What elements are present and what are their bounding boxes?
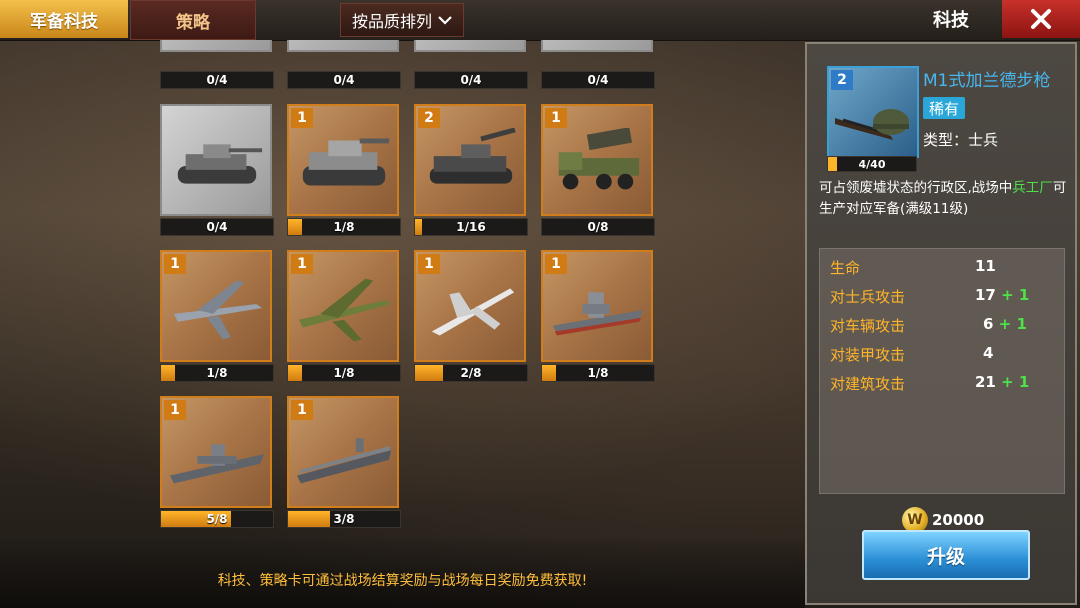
level-badge: 1 — [545, 254, 567, 274]
tab-military-tech[interactable]: 军备科技 — [0, 0, 128, 38]
card-progress: 1/16 — [414, 218, 528, 236]
rifle-helmet-icon — [835, 109, 909, 140]
tip-text: 科技、策略卡可通过战场结算奖励与战场每日奖励免费获取! — [217, 573, 588, 589]
cost-value: 20000 — [932, 511, 985, 529]
super-heavy-tank-icon — [302, 138, 390, 186]
card-progress: 0/4 — [541, 71, 655, 89]
card-progress: 0/4 — [414, 71, 528, 89]
upgrade-button[interactable]: 升级 — [862, 530, 1030, 580]
stat-row: 对车辆攻击 6 + 1 — [830, 315, 1027, 335]
level-badge: 1 — [291, 400, 313, 420]
card-progress: 1/8 — [160, 364, 274, 382]
stat-row: 生命 11 — [830, 257, 996, 277]
battleship-icon — [552, 292, 644, 336]
bomber-plane-icon — [173, 280, 263, 340]
card-image: 1 — [160, 396, 272, 508]
card-progress: 0/4 — [160, 218, 274, 236]
stat-row: 对建筑攻击 21 + 1 — [830, 373, 1030, 393]
card-image: 1 — [541, 250, 653, 362]
sort-dropdown[interactable]: 按品质排列 — [340, 3, 464, 37]
aircraft-carrier-icon — [296, 438, 392, 484]
card-progress: 2/8 — [414, 364, 528, 382]
card-progress: 1/8 — [287, 364, 401, 382]
level-badge: 2 — [831, 70, 853, 90]
card-progress: 0/4 — [287, 71, 401, 89]
unit-type: 类型：士兵 — [923, 131, 999, 149]
tank-destroyer-icon — [429, 128, 516, 184]
card-progress: 0/8 — [541, 218, 655, 236]
detail-panel: 2 4/40 M1式加兰德步枪 稀有 类型：士兵 可占领废墟状态的行政区,战场中… — [805, 42, 1077, 605]
card-image: 1 — [414, 250, 526, 362]
card-image: 1 — [287, 396, 399, 508]
page-title: 科技 — [933, 10, 969, 31]
card-progress: 3/8 — [287, 510, 401, 528]
cruiser-icon — [169, 444, 265, 484]
level-badge: 1 — [291, 108, 313, 128]
close-button[interactable] — [1002, 0, 1080, 38]
card-image: 1 — [287, 104, 399, 216]
unit-thumbnail: 2 — [827, 66, 919, 158]
card-progress: 0/4 — [160, 71, 274, 89]
bomber-plane-icon — [298, 278, 392, 342]
level-badge: 1 — [164, 400, 186, 420]
sort-dropdown-label: 按品质排列 — [351, 12, 432, 31]
stat-row: 对装甲攻击 4 — [830, 344, 994, 364]
card-image: 1 — [160, 250, 272, 362]
card-progress: 1/8 — [287, 218, 401, 236]
stats-box: 生命 11 对士兵攻击 17 + 1 对车辆攻击 6 + 1 对装甲攻击 4 对… — [819, 248, 1065, 494]
heavy-tank-icon — [177, 144, 263, 184]
chevron-down-icon — [438, 16, 452, 25]
card-image — [160, 104, 272, 216]
card-progress: 5/8 — [160, 510, 274, 528]
card-image: 1 — [541, 104, 653, 216]
level-badge: 1 — [545, 108, 567, 128]
card-image: 1 — [287, 250, 399, 362]
rarity-badge: 稀有 — [923, 97, 966, 119]
card-grid: 0/4 0/4 0/4 0/4 0/4 1 1/8 2 1/16 1 0/8 1… — [160, 40, 660, 540]
card-progress: 1/8 — [541, 364, 655, 382]
unit-description: 可占领废墟状态的行政区,战场中兵工厂可生产对应军备(满级11级) — [819, 180, 1067, 217]
stat-row: 对士兵攻击 17 + 1 — [830, 286, 1030, 306]
card-image: 2 — [414, 104, 526, 216]
unit-name: M1式加兰德步枪 — [923, 71, 1051, 91]
level-badge: 1 — [418, 254, 440, 274]
rocket-truck-icon — [558, 128, 640, 190]
jet-plane-icon — [431, 288, 515, 336]
level-badge: 2 — [418, 108, 440, 128]
close-icon — [1031, 9, 1051, 29]
unit-progress: 4/40 — [827, 156, 917, 172]
tab-strategy[interactable]: 策略 — [130, 0, 256, 40]
level-badge: 1 — [164, 254, 186, 274]
level-badge: 1 — [291, 254, 313, 274]
